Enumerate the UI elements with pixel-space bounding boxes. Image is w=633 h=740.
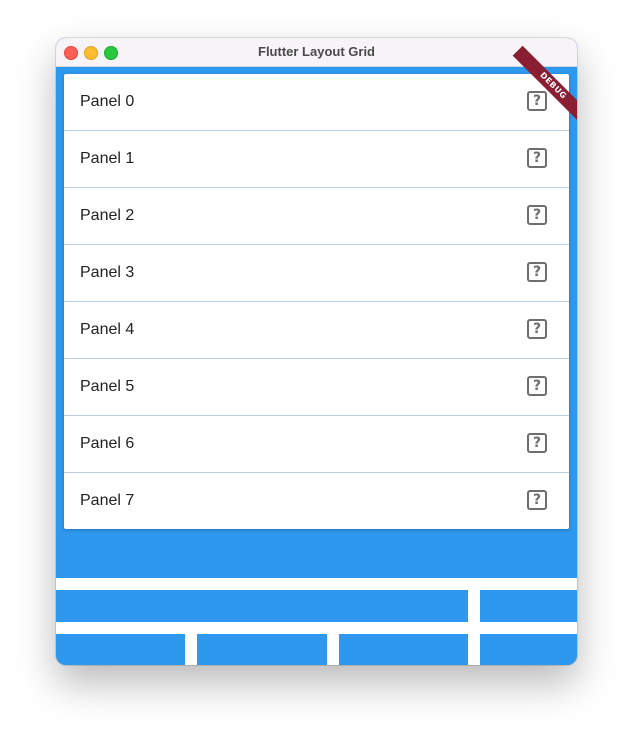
panel-row-5[interactable]: Panel 5 ? [64,359,569,416]
panel-row-6[interactable]: Panel 6 ? [64,416,569,473]
help-icon[interactable]: ? [527,490,547,510]
panel-row-1[interactable]: Panel 1 ? [64,131,569,188]
help-icon[interactable]: ? [527,319,547,339]
panel-label: Panel 5 [80,378,135,395]
help-icon[interactable]: ? [527,205,547,225]
panel-label: Panel 3 [80,264,135,281]
help-icon[interactable]: ? [527,262,547,282]
app-content: DEBUG Panel 0 ? Panel 1 ? Panel 2 ? Pane… [56,45,577,665]
panel-label: Panel 0 [80,93,135,110]
help-icon[interactable]: ? [527,376,547,396]
grid-row-gap [56,622,577,634]
expansion-panel-list: Panel 0 ? Panel 1 ? Panel 2 ? Panel 3 ? … [64,74,569,529]
panel-row-4[interactable]: Panel 4 ? [64,302,569,359]
help-icon[interactable]: ? [527,148,547,168]
panel-row-3[interactable]: Panel 3 ? [64,245,569,302]
panel-label: Panel 4 [80,321,135,338]
panel-label: Panel 7 [80,492,135,509]
panel-label: Panel 1 [80,150,135,167]
panel-row-2[interactable]: Panel 2 ? [64,188,569,245]
help-icon[interactable]: ? [527,91,547,111]
window-title: Flutter Layout Grid [258,44,375,59]
panel-label: Panel 2 [80,207,135,224]
help-icon[interactable]: ? [527,433,547,453]
title-bar: Flutter Layout Grid [56,38,577,67]
app-window: Flutter Layout Grid DEBUG Panel 0 ? Pane… [56,38,577,665]
panel-row-0[interactable]: Panel 0 ? [64,74,569,131]
panel-row-7[interactable]: Panel 7 ? [64,473,569,529]
panel-label: Panel 6 [80,435,135,452]
grid-row-gap [56,578,577,590]
grid-column-gap [468,578,480,665]
grid-column-gap [185,622,197,665]
grid-column-gap [327,622,339,665]
